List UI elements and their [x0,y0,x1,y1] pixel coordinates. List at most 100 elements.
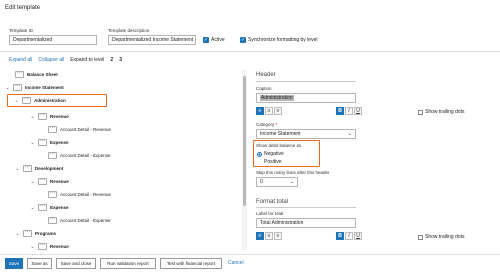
expand-all-link[interactable]: Expand all [9,57,32,63]
total-trailing-dots-checkbox[interactable]: Show trailing dots [418,234,464,240]
chevron-down-icon[interactable]: ⌄ [30,140,35,146]
label-for-total-input[interactable]: Total Administration [256,218,356,228]
more-options-icon[interactable]: ··· [48,191,57,198]
underline-button[interactable]: U [354,107,362,115]
tree-row-label: Expense [50,140,69,145]
italic-button[interactable]: I [345,107,353,115]
tree-row-label: Revenue [50,179,69,184]
save-as-button[interactable]: Save as [27,258,52,269]
category-select[interactable]: Income Statement ⌄ [256,129,356,139]
run-validation-report-button[interactable]: Run validation report [100,258,156,269]
level-2-link[interactable]: 2 [110,57,113,63]
caption-style-toolbar: B I U [336,107,362,115]
more-options-icon[interactable]: ··· [48,217,57,224]
template-id-input[interactable]: Departmentalized [9,35,97,45]
align-center-button[interactable]: ≡ [265,107,273,115]
tree-row[interactable]: ⌄ ··· Expense [30,204,69,211]
sync-formatting-checkbox[interactable]: ✓ Synchronize formatting by level [240,37,317,43]
dialog-title: Edit template [5,5,41,11]
tree-row[interactable]: ⌄ ··· Development [15,165,63,172]
tree-row[interactable]: ⌄ ··· Revenue [30,113,69,120]
skip-lines-select[interactable]: 0 ⌄ [256,177,298,187]
tree-row[interactable]: ⌄ ··· Revenue [30,243,69,250]
skip-lines-label: Skip this many lines after this header [256,170,330,175]
more-options-icon[interactable]: ··· [38,204,47,211]
italic-button[interactable]: I [345,232,353,240]
chevron-down-icon[interactable]: ⌄ [5,85,10,91]
save-button[interactable]: Save [5,258,23,269]
template-tree: ··· Balance Sheet ⌄ ··· Income Statement… [5,68,241,252]
active-checkbox[interactable]: ✓ Active [203,37,225,43]
align-center-button[interactable]: ≡ [265,232,273,240]
sync-formatting-label: Synchronize formatting by level [248,37,318,43]
more-options-icon[interactable]: ··· [23,230,32,237]
category-label-text: Category [256,122,275,127]
tree-row[interactable]: ⌄ ··· Programs [15,230,56,237]
template-desc-label: Template description [108,28,150,33]
more-options-icon[interactable]: ··· [38,178,47,185]
tree-row[interactable]: ··· Account Detail - Revenue [48,191,111,198]
level-3-link[interactable]: 3 [119,57,122,63]
more-options-icon[interactable]: ··· [48,152,57,159]
caption-input[interactable]: Administration [256,93,356,103]
tree-row[interactable]: ··· Balance Sheet [7,71,58,78]
chevron-down-icon: ⌄ [289,179,294,185]
more-options-icon[interactable]: ··· [38,139,47,146]
more-options-icon[interactable]: ··· [48,126,57,133]
tree-scrollbar-thumb[interactable] [243,76,246,206]
collapse-all-link[interactable]: Collapse all [38,57,64,63]
checkmark-icon: ✓ [203,37,209,43]
align-left-button[interactable]: ≡ [256,107,264,115]
tree-row-label: Development [35,166,64,171]
label-for-total-label: Label for total [256,211,284,216]
radio-negative[interactable]: Negative [257,151,284,157]
template-id-label: Template ID [9,28,34,33]
more-options-icon[interactable]: ··· [38,113,47,120]
bold-button[interactable]: B [336,107,344,115]
category-select-value: Income Statement [260,131,301,137]
tree-row[interactable]: ··· Account Detail - Expense [48,217,111,224]
tree-row-label: Administration [34,98,66,103]
checkmark-icon: ✓ [240,37,246,43]
tree-row[interactable]: ··· Account Detail - Revenue [48,126,111,133]
more-options-icon[interactable]: ··· [22,97,31,104]
test-financial-report-button[interactable]: Test with financial report [160,258,222,269]
chevron-down-icon[interactable]: ⌄ [30,114,35,120]
chevron-down-icon[interactable]: ⌄ [14,98,19,104]
total-style-toolbar: B I U [336,232,362,240]
tree-row-selected[interactable]: ⌄ ··· Administration [7,94,107,107]
more-options-icon[interactable]: ··· [23,165,32,172]
chevron-down-icon[interactable]: ⌄ [15,231,20,237]
chevron-down-icon[interactable]: ⌄ [30,244,35,250]
tree-row-label: Account Detail - Revenue [60,127,112,132]
more-options-icon[interactable]: ··· [38,243,47,250]
align-left-button[interactable]: ≡ [256,232,264,240]
tree-row-label: Revenue [50,114,69,119]
bold-button[interactable]: B [336,232,344,240]
tree-row-label: Programs [35,231,57,236]
cancel-link[interactable]: Cancel [228,260,244,266]
chevron-down-icon[interactable]: ⌄ [30,205,35,211]
tree-row[interactable]: ⌄ ··· Expense [30,139,69,146]
divider [256,207,356,208]
trailing-dots-label: Show trailing dots [425,234,465,240]
caption-trailing-dots-checkbox[interactable]: Show trailing dots [418,109,464,115]
underline-button[interactable]: U [354,232,362,240]
radio-positive-label: Positive [264,159,282,165]
radio-negative-label: Negative [264,151,284,157]
tree-row[interactable]: ⌄ ··· Income Statement [5,84,64,91]
template-desc-input[interactable]: Departmentalized Income Statement [108,35,196,45]
total-format-toolbar: ≡ ≡ ≡ [256,232,282,240]
align-right-button[interactable]: ≡ [274,232,282,240]
more-options-icon[interactable]: ··· [13,84,22,91]
chevron-down-icon[interactable]: ⌄ [15,166,20,172]
debit-balance-label: Show debit balance as [256,143,302,148]
tree-row[interactable]: ⌄ ··· Revenue [30,178,69,185]
save-and-close-button[interactable]: Save and close [56,258,96,269]
align-right-button[interactable]: ≡ [274,107,282,115]
radio-positive[interactable]: Positive [257,159,282,165]
tree-row[interactable]: ··· Account Detail - Expense [48,152,111,159]
chevron-down-icon[interactable]: ⌄ [30,179,35,185]
checkbox-box [418,109,423,115]
more-options-icon[interactable]: ··· [15,71,24,78]
